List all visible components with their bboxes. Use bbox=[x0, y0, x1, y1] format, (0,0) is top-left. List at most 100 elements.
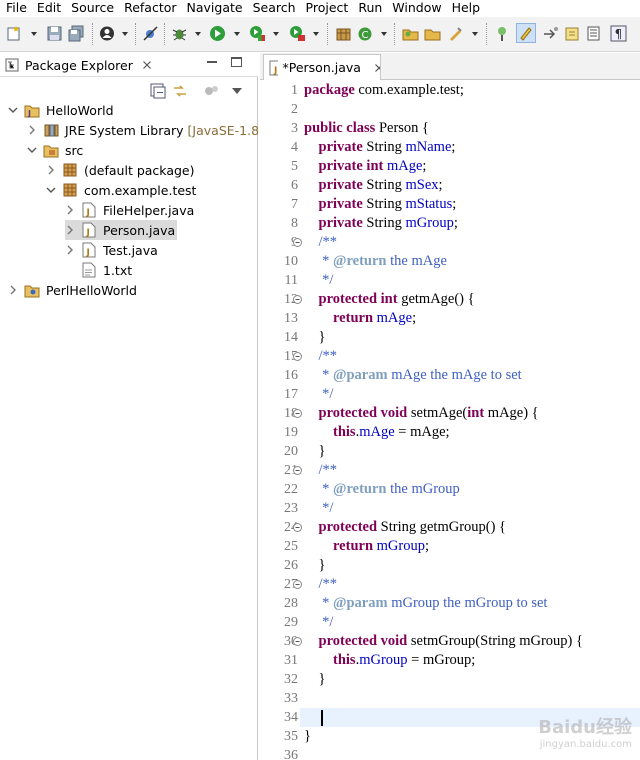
save-all-icon[interactable] bbox=[68, 25, 85, 42]
chevron-down-icon[interactable] bbox=[195, 32, 201, 36]
tab-person-java[interactable]: J *Person.java bbox=[263, 54, 381, 80]
menu-search[interactable]: Search bbox=[247, 0, 296, 17]
tree-item-label: Person.java bbox=[103, 222, 176, 238]
collapsed-chevron-icon[interactable] bbox=[27, 125, 37, 135]
chevron-down-icon[interactable] bbox=[31, 32, 37, 36]
new-class-icon[interactable]: C bbox=[357, 25, 374, 42]
tree-item-filehelper-java[interactable]: J FileHelper.java bbox=[65, 200, 194, 220]
maximize-icon[interactable] bbox=[231, 57, 242, 67]
code-token: } bbox=[304, 557, 326, 573]
menu-navigate[interactable]: Navigate bbox=[181, 0, 243, 17]
collapsed-chevron-icon[interactable] bbox=[8, 285, 18, 295]
close-icon[interactable] bbox=[142, 60, 152, 70]
next-annotation-icon[interactable] bbox=[542, 25, 559, 42]
menu-window[interactable]: Window bbox=[386, 0, 441, 17]
code-token: protected bbox=[318, 519, 378, 535]
toolbar-separator bbox=[164, 23, 165, 45]
profile-icon[interactable] bbox=[99, 25, 116, 42]
run-icon[interactable] bbox=[209, 25, 226, 42]
new-wizard-icon[interactable] bbox=[6, 25, 23, 42]
code-area[interactable]: package com.example.test; public class Pe… bbox=[304, 81, 640, 760]
pilcrow-icon[interactable]: ¶ bbox=[610, 25, 627, 42]
open-type-icon[interactable] bbox=[402, 25, 419, 42]
chevron-down-icon[interactable] bbox=[472, 32, 478, 36]
save-icon[interactable] bbox=[46, 25, 63, 42]
fold-toggle-icon[interactable] bbox=[293, 523, 302, 532]
menu-run[interactable]: Run bbox=[352, 0, 382, 17]
tab-package-explorer[interactable]: Package Explorer bbox=[4, 53, 152, 77]
code-line: /** bbox=[304, 575, 338, 594]
collapsed-chevron-icon[interactable] bbox=[65, 225, 75, 235]
fold-toggle-icon[interactable] bbox=[293, 352, 302, 361]
collapse-all-icon[interactable] bbox=[150, 83, 166, 102]
menu-project[interactable]: Project bbox=[300, 0, 349, 17]
tree-item-default-package[interactable]: (default package) bbox=[46, 160, 194, 180]
expanded-chevron-icon[interactable] bbox=[8, 105, 18, 115]
menu-help[interactable]: Help bbox=[446, 0, 481, 17]
line-number: 26 bbox=[284, 558, 298, 573]
minimize-icon[interactable] bbox=[207, 61, 217, 63]
code-token: } bbox=[304, 671, 326, 687]
focus-on-task-icon[interactable] bbox=[204, 84, 220, 101]
library-icon bbox=[43, 122, 59, 138]
menu-refactor[interactable]: Refactor bbox=[118, 0, 176, 17]
fold-toggle-icon[interactable] bbox=[293, 238, 302, 247]
tree-item-person-java[interactable]: J Person.java bbox=[65, 220, 178, 240]
previous-annotation-icon[interactable] bbox=[564, 25, 581, 42]
collapsed-chevron-icon[interactable] bbox=[65, 245, 75, 255]
toggle-mark-occurrences-icon[interactable] bbox=[494, 25, 511, 42]
coverage-icon[interactable] bbox=[249, 25, 266, 42]
chevron-down-icon[interactable] bbox=[313, 32, 319, 36]
code-line: /** bbox=[304, 347, 338, 366]
collapsed-chevron-icon[interactable] bbox=[65, 205, 75, 215]
code-token: package bbox=[304, 82, 355, 98]
expanded-chevron-icon[interactable] bbox=[46, 185, 56, 195]
menu-edit[interactable]: Edit bbox=[31, 0, 61, 17]
tree-item-helloworld[interactable]: J HelloWorld bbox=[8, 100, 114, 120]
line-number: 35 bbox=[284, 729, 298, 744]
fold-toggle-icon[interactable] bbox=[293, 637, 302, 646]
collapsed-chevron-icon[interactable] bbox=[46, 165, 56, 175]
new-java-project-icon[interactable] bbox=[335, 25, 352, 42]
chevron-down-icon[interactable] bbox=[122, 32, 128, 36]
line-number: 16 bbox=[284, 368, 298, 383]
debug-icon[interactable] bbox=[171, 25, 188, 42]
tree-item-label: FileHelper.java bbox=[103, 202, 195, 218]
expanded-chevron-icon[interactable] bbox=[27, 145, 37, 155]
close-icon[interactable] bbox=[374, 63, 380, 73]
menu-file[interactable]: File bbox=[0, 0, 27, 17]
fold-toggle-icon[interactable] bbox=[293, 295, 302, 304]
menu-source[interactable]: Source bbox=[65, 0, 114, 17]
fold-toggle-icon[interactable] bbox=[293, 580, 302, 589]
tree-item-com-example-test[interactable]: com.example.test bbox=[46, 180, 196, 200]
search-icon[interactable] bbox=[447, 25, 464, 42]
code-token: mGroup bbox=[359, 652, 408, 668]
code-line: return mAge; bbox=[304, 309, 416, 328]
show-whitespace-icon[interactable] bbox=[585, 25, 602, 42]
tree-item-1-txt[interactable]: 1.txt bbox=[65, 260, 132, 280]
chevron-down-icon[interactable] bbox=[234, 32, 240, 36]
tree-item-perlhelloworld[interactable]: PerlHelloWorld bbox=[8, 280, 137, 300]
toolbar-separator bbox=[92, 23, 93, 45]
toggle-highlight-icon[interactable] bbox=[516, 23, 536, 43]
external-tools-icon[interactable] bbox=[289, 25, 306, 42]
view-menu-chevron-down-icon[interactable] bbox=[232, 88, 242, 94]
tree-item-jre-system-library[interactable]: JRE System Library [JavaSE-1.8] bbox=[27, 120, 264, 140]
open-task-icon[interactable] bbox=[424, 25, 441, 42]
tree-item-src[interactable]: src bbox=[27, 140, 83, 160]
code-token: ; bbox=[453, 215, 458, 231]
link-with-editor-icon[interactable] bbox=[172, 83, 188, 102]
fold-toggle-icon[interactable] bbox=[293, 409, 302, 418]
tree-item-test-java[interactable]: J Test.java bbox=[65, 240, 158, 260]
chevron-down-icon[interactable] bbox=[273, 32, 279, 36]
skip-breakpoints-icon[interactable] bbox=[142, 25, 159, 42]
perl-project-icon bbox=[24, 282, 40, 298]
fold-toggle-icon[interactable] bbox=[293, 466, 302, 475]
code-token: @param bbox=[333, 367, 388, 383]
code-token: mGroup bbox=[376, 538, 425, 554]
chevron-down-icon[interactable] bbox=[381, 32, 387, 36]
watermark-main: Baidu经验 bbox=[538, 717, 632, 738]
code-token: mAge bbox=[386, 158, 423, 174]
